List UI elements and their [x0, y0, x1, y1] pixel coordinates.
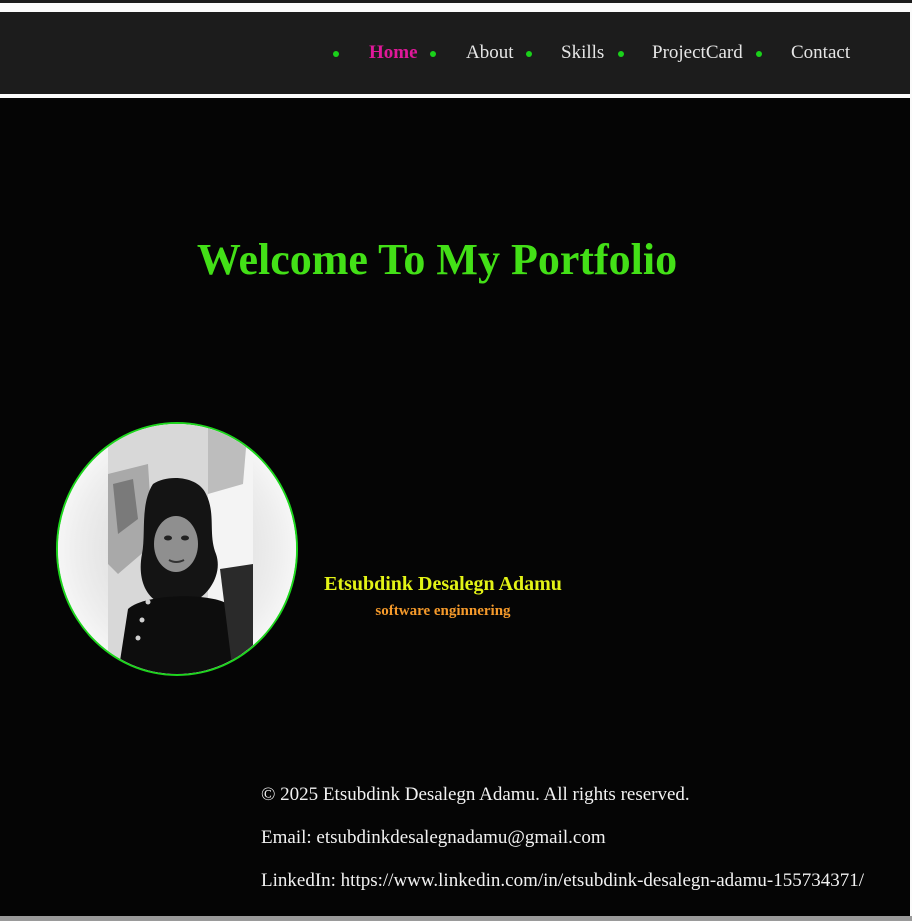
nav-list: Home About Skills ProjectCard Contact	[0, 12, 910, 94]
profile-name: Etsubdink Desalegn Adamu	[324, 573, 562, 595]
top-border	[0, 0, 912, 3]
nav-bullet-icon	[526, 51, 532, 57]
bottom-border	[0, 916, 912, 921]
hero-title: Welcome To My Portfolio	[196, 235, 678, 284]
nav-link-home[interactable]: Home	[369, 41, 418, 65]
profile-photo	[56, 422, 298, 676]
nav-link-skills[interactable]: Skills	[561, 41, 604, 65]
portfolio-page: Home About Skills ProjectCard Contact We…	[0, 0, 912, 921]
nav-link-about[interactable]: About	[466, 41, 514, 65]
profile-photo-illustration	[58, 424, 296, 674]
nav-bullet-icon	[333, 51, 339, 57]
profile-role: software enginnering	[375, 603, 511, 619]
nav-link-projectcard[interactable]: ProjectCard	[652, 41, 743, 65]
nav-bullet-icon	[430, 51, 436, 57]
footer-linkedin[interactable]: LinkedIn: https://www.linkedin.com/in/et…	[261, 869, 864, 893]
navbar: Home About Skills ProjectCard Contact	[0, 12, 910, 94]
nav-bullet-icon	[756, 51, 762, 57]
footer-copyright: © 2025 Etsubdink Desalegn Adamu. All rig…	[261, 784, 690, 805]
home-section: Welcome To My Portfolio Etsubdink Desale…	[0, 98, 910, 916]
nav-link-contact[interactable]: Contact	[791, 41, 850, 65]
footer-email[interactable]: Email: etsubdinkdesalegnadamu@gmail.com	[261, 826, 606, 850]
nav-bullet-icon	[618, 51, 624, 57]
